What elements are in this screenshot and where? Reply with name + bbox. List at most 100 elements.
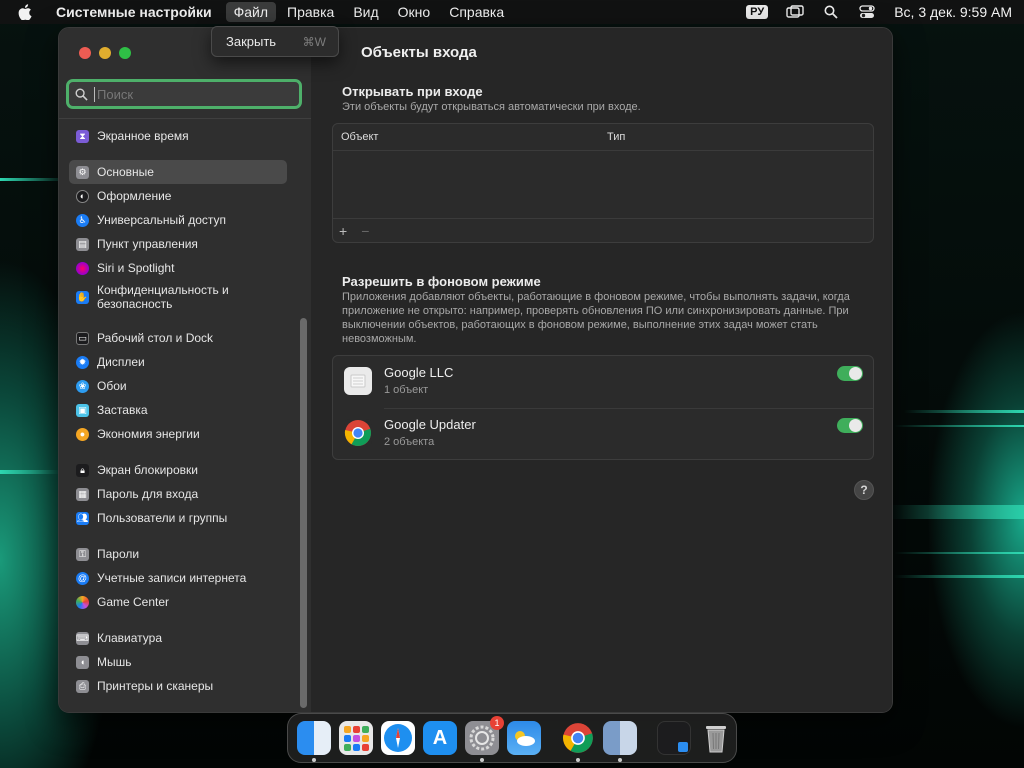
- sidebar-item-label: Экономия энергии: [97, 427, 200, 441]
- add-login-item-button[interactable]: +: [339, 223, 347, 239]
- sidebar-item-screensaver[interactable]: ▣ Заставка: [69, 398, 287, 422]
- background-items-title: Разрешить в фоновом режиме: [342, 274, 541, 289]
- sidebar-item-accessibility[interactable]: ♿ Универсальный доступ: [69, 208, 287, 232]
- menu-help[interactable]: Справка: [441, 2, 512, 22]
- sidebar-item-privacy-security[interactable]: ✋ Конфиденциальность и безопасность: [69, 280, 287, 314]
- sidebar-item-label: Пункт управления: [97, 237, 198, 251]
- sidebar-item-keyboard[interactable]: ⌨ Клавиатура: [69, 626, 287, 650]
- sidebar-item-passwords[interactable]: ⚿ Пароли: [69, 542, 287, 566]
- key-icon: ⚿: [76, 547, 89, 561]
- main-pane: Объекты входа Открывать при входе Эти об…: [311, 28, 892, 712]
- background-item-count: 1 объект: [384, 384, 429, 396]
- sidebar-divider: [59, 118, 311, 119]
- zoom-window-button[interactable]: [119, 47, 131, 59]
- table-footer: + −: [333, 218, 873, 242]
- background-item-count: 2 объекта: [384, 436, 435, 448]
- migration-assistant-icon[interactable]: [603, 721, 637, 762]
- hourglass-icon: ⧗: [76, 129, 89, 143]
- menu-file[interactable]: Файл: [225, 2, 277, 22]
- sidebar-item-printers[interactable]: ⎙ Принтеры и сканеры: [69, 674, 287, 698]
- input-language-badge[interactable]: РУ: [746, 5, 769, 19]
- sidebar-item-users-groups[interactable]: 👥︎ Пользователи и группы: [69, 506, 287, 530]
- background-items-description: Приложения добавляют объекты, работающие…: [342, 291, 850, 345]
- running-indicator: [312, 758, 316, 762]
- page-title: Объекты входа: [361, 44, 477, 61]
- sidebar-item-general[interactable]: ⚙ Основные: [69, 160, 287, 184]
- sidebar-item-control-center[interactable]: ▤ Пункт управления: [69, 232, 287, 256]
- chrome-icon[interactable]: [561, 721, 595, 762]
- sidebar-item-appearance[interactable]: ◐ Оформление: [69, 184, 287, 208]
- help-button[interactable]: ?: [854, 480, 874, 500]
- wallpaper-stripe: [894, 425, 1024, 427]
- menu-item-close-shortcut: ⌘W: [302, 34, 326, 49]
- google-llc-toggle[interactable]: [837, 366, 863, 381]
- menu-item-close[interactable]: Закрыть: [226, 34, 276, 49]
- sidebar-item-internet-accounts[interactable]: @ Учетные записи интернета: [69, 566, 287, 590]
- column-header-object[interactable]: Объект: [333, 131, 607, 143]
- wallpaper-stripe: [894, 552, 1024, 554]
- sidebar-item-siri-spotlight[interactable]: Siri и Spotlight: [69, 256, 287, 280]
- sidebar-item-label: Siri и Spotlight: [97, 261, 175, 275]
- app-name-menu[interactable]: Системные настройки: [56, 4, 212, 20]
- notification-badge: 1: [490, 716, 504, 730]
- sidebar-item-label: Оформление: [97, 189, 172, 203]
- login-password-icon: ▦: [76, 487, 89, 501]
- launchpad-icon[interactable]: [339, 721, 373, 755]
- menu-view[interactable]: Вид: [345, 2, 386, 22]
- minimize-window-button[interactable]: [99, 47, 111, 59]
- sidebar-item-label: Дисплеи: [97, 355, 145, 369]
- wallpaper-stripe: [904, 410, 1024, 413]
- column-header-type[interactable]: Тип: [607, 131, 625, 143]
- window-controls: [79, 47, 131, 59]
- sidebar-item-label: Экранное время: [97, 129, 189, 143]
- weather-icon[interactable]: [507, 721, 541, 755]
- running-indicator: [618, 758, 622, 762]
- sidebar-scrollbar[interactable]: [300, 318, 307, 708]
- sidebar-item-login-password[interactable]: ▦ Пароль для входа: [69, 482, 287, 506]
- running-indicator: [480, 758, 484, 762]
- screen-mirroring-icon[interactable]: [786, 5, 804, 19]
- sidebar-item-lock-screen[interactable]: 🔒︎ Экран блокировки: [69, 458, 287, 482]
- sidebar-item-mouse[interactable]: ◖ Мышь: [69, 650, 287, 674]
- app-store-icon[interactable]: A: [423, 721, 457, 755]
- siri-icon: [76, 261, 89, 275]
- sidebar-item-label: Принтеры и сканеры: [97, 679, 214, 693]
- menu-window[interactable]: Окно: [390, 2, 439, 22]
- system-settings-icon[interactable]: 1: [465, 716, 504, 762]
- sidebar-item-screen-time[interactable]: ⧗ Экранное время: [69, 124, 287, 148]
- display-icon: ✹: [76, 355, 89, 369]
- safari-icon[interactable]: [381, 721, 415, 755]
- system-settings-window: ⧗ Экранное время ⚙ Основные ◐ Оформление…: [58, 27, 893, 713]
- spotlight-search-icon[interactable]: [822, 5, 840, 19]
- menu-edit[interactable]: Правка: [279, 2, 342, 22]
- sidebar-item-energy[interactable]: ● Экономия энергии: [69, 422, 287, 446]
- energy-icon: ●: [76, 427, 89, 441]
- background-item-name: Google Updater: [384, 417, 476, 432]
- sidebar-item-label: Пароль для входа: [97, 487, 199, 501]
- downloads-folder-icon[interactable]: [657, 721, 691, 755]
- sidebar-item-displays[interactable]: ✹ Дисплеи: [69, 350, 287, 374]
- sidebar-item-wallpaper[interactable]: ❀ Обои: [69, 374, 287, 398]
- background-items-list: Google LLC 1 объект Google Updater 2 объ…: [332, 355, 874, 460]
- menu-bar-clock[interactable]: Вс, 3 дек. 9:59 AM: [894, 4, 1012, 20]
- sidebar-item-game-center[interactable]: Game Center: [69, 590, 287, 614]
- close-window-button[interactable]: [79, 47, 91, 59]
- sidebar-item-label: Рабочий стол и Dock: [97, 331, 214, 345]
- sidebar-item-label: Экран блокировки: [97, 463, 198, 477]
- sidebar-search: [66, 79, 302, 109]
- search-icon: [75, 88, 88, 101]
- sidebar-item-label: Пароли: [97, 547, 140, 561]
- hand-icon: ✋: [76, 290, 89, 304]
- finder-icon[interactable]: [297, 721, 331, 762]
- open-at-login-subtitle: Эти объекты будут открываться автоматиче…: [342, 101, 641, 113]
- google-updater-toggle[interactable]: [837, 418, 863, 433]
- sidebar-item-desktop-dock[interactable]: ▭ Рабочий стол и Dock: [69, 326, 287, 350]
- wallpaper-stripe: [0, 470, 60, 474]
- control-center-icon[interactable]: [858, 5, 876, 19]
- search-input[interactable]: [94, 86, 284, 102]
- trash-icon[interactable]: [699, 721, 733, 755]
- apple-menu-icon[interactable]: [18, 4, 34, 20]
- dock: A 1: [287, 713, 737, 763]
- remove-login-item-button[interactable]: −: [361, 223, 369, 239]
- wallpaper-stripe: [889, 505, 1024, 519]
